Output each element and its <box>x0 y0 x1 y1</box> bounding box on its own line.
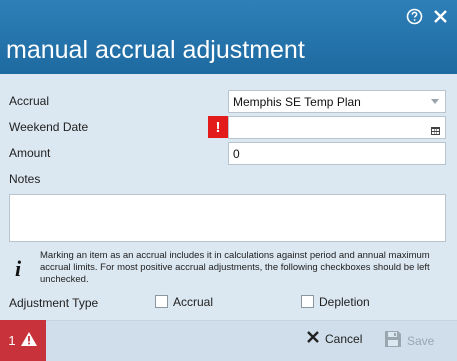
save-button[interactable]: Save <box>384 330 434 351</box>
notes-label: Notes <box>9 172 41 186</box>
calendar-icon[interactable] <box>431 124 440 138</box>
adjustment-type-label: Adjustment Type <box>9 296 99 310</box>
weekend-date-field[interactable] <box>228 116 446 139</box>
accrual-select[interactable]: Memphis SE Temp Plan <box>228 90 446 113</box>
accrual-selected-value: Memphis SE Temp Plan <box>233 94 361 109</box>
amount-label: Amount <box>9 146 51 160</box>
amount-value: 0 <box>233 146 240 161</box>
error-icon: ! <box>208 116 228 138</box>
close-icon[interactable] <box>431 7 449 25</box>
depletion-checkbox-label: Depletion <box>319 295 370 309</box>
save-label: Save <box>407 333 435 348</box>
accrual-label: Accrual <box>9 94 50 108</box>
accrual-checkbox-label: Accrual <box>173 295 214 309</box>
cancel-x-icon <box>306 330 320 347</box>
manual-accrual-dialog: manual accrual adjustment Accrual Memphi… <box>0 0 457 361</box>
dialog-header: manual accrual adjustment <box>0 0 457 74</box>
error-count-button[interactable]: 1 <box>0 320 46 361</box>
cancel-label: Cancel <box>325 331 363 346</box>
chevron-down-icon <box>431 99 439 104</box>
accrual-checkbox[interactable] <box>155 295 168 308</box>
error-count: 1 <box>8 333 16 348</box>
info-icon: i <box>15 256 22 281</box>
save-disk-icon <box>384 330 402 351</box>
depletion-checkbox[interactable] <box>301 295 314 308</box>
weekend-date-label: Weekend Date <box>9 120 89 134</box>
amount-input[interactable]: 0 <box>228 142 446 165</box>
warning-icon <box>20 331 38 350</box>
help-icon[interactable] <box>405 7 423 25</box>
cancel-button[interactable]: Cancel <box>306 330 362 347</box>
notes-textarea[interactable] <box>9 194 446 242</box>
info-text: Marking an item as an accrual includes i… <box>40 250 430 285</box>
dialog-title: manual accrual adjustment <box>6 36 305 64</box>
